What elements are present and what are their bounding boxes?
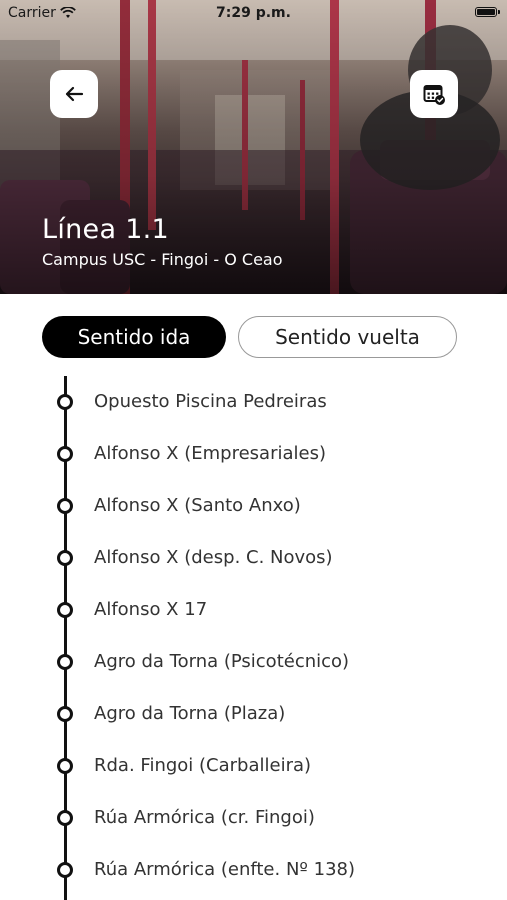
stop-name: Alfonso X (desp. C. Novos) [94, 547, 333, 568]
tab-sentido-vuelta[interactable]: Sentido vuelta [238, 316, 457, 358]
direction-tabs: Sentido ida Sentido vuelta [42, 316, 457, 358]
tab-sentido-ida[interactable]: Sentido ida [42, 316, 226, 358]
stop-item[interactable]: Alfonso X 17 [0, 584, 507, 636]
calendar-icon [423, 85, 445, 105]
line-route-subtitle: Campus USC - Fingoi - O Ceao [42, 250, 283, 269]
stop-marker-icon [57, 758, 73, 774]
stop-item[interactable]: Alfonso X (desp. C. Novos) [0, 532, 507, 584]
stop-name: Alfonso X (Empresariales) [94, 443, 326, 464]
stop-item[interactable]: Alfonso X (Empresariales) [0, 428, 507, 480]
stop-item[interactable]: Rúa Armórica (enfte. Nº 138) [0, 844, 507, 896]
arrow-left-icon [65, 86, 84, 102]
stop-item[interactable]: Rda. Fingoi (Carballeira) [0, 740, 507, 792]
stop-marker-icon [57, 602, 73, 618]
stop-marker-icon [57, 654, 73, 670]
schedule-button[interactable] [410, 70, 458, 118]
stop-item[interactable]: Agro da Torna (Plaza) [0, 688, 507, 740]
stop-name: Alfonso X 17 [94, 599, 208, 620]
line-title: Línea 1.1 [42, 214, 170, 245]
stop-name: Agro da Torna (Plaza) [94, 703, 286, 724]
battery-icon [475, 7, 500, 17]
stop-marker-icon [57, 394, 73, 410]
stop-item[interactable]: Agro da Torna (Psicotécnico) [0, 636, 507, 688]
status-bar: Carrier 7:29 p.m. [0, 0, 507, 28]
stop-name: Agro da Torna (Psicotécnico) [94, 651, 350, 672]
stop-name: Rúa Armórica (cr. Fingoi) [94, 807, 315, 828]
status-time: 7:29 p.m. [216, 5, 291, 21]
stop-marker-icon [57, 550, 73, 566]
stop-name: Rúa Armórica (enfte. Nº 138) [94, 859, 355, 880]
stop-item[interactable]: Opuesto Piscina Pedreiras [0, 376, 507, 428]
stop-marker-icon [57, 498, 73, 514]
stop-marker-icon [57, 862, 73, 878]
header-banner: Carrier 7:29 p.m. Línea 1.1 Campus USC -… [0, 0, 507, 294]
stop-item[interactable]: Rúa Armórica (cr. Fingoi) [0, 792, 507, 844]
stop-name: Alfonso X (Santo Anxo) [94, 495, 301, 516]
stop-marker-icon [57, 810, 73, 826]
back-button[interactable] [50, 70, 98, 118]
stop-item[interactable]: Alfonso X (Santo Anxo) [0, 480, 507, 532]
stop-list: Opuesto Piscina Pedreiras Alfonso X (Emp… [0, 376, 507, 900]
stop-name: Opuesto Piscina Pedreiras [94, 391, 327, 412]
stop-marker-icon [57, 446, 73, 462]
stop-marker-icon [57, 706, 73, 722]
stop-name: Rda. Fingoi (Carballeira) [94, 755, 312, 776]
